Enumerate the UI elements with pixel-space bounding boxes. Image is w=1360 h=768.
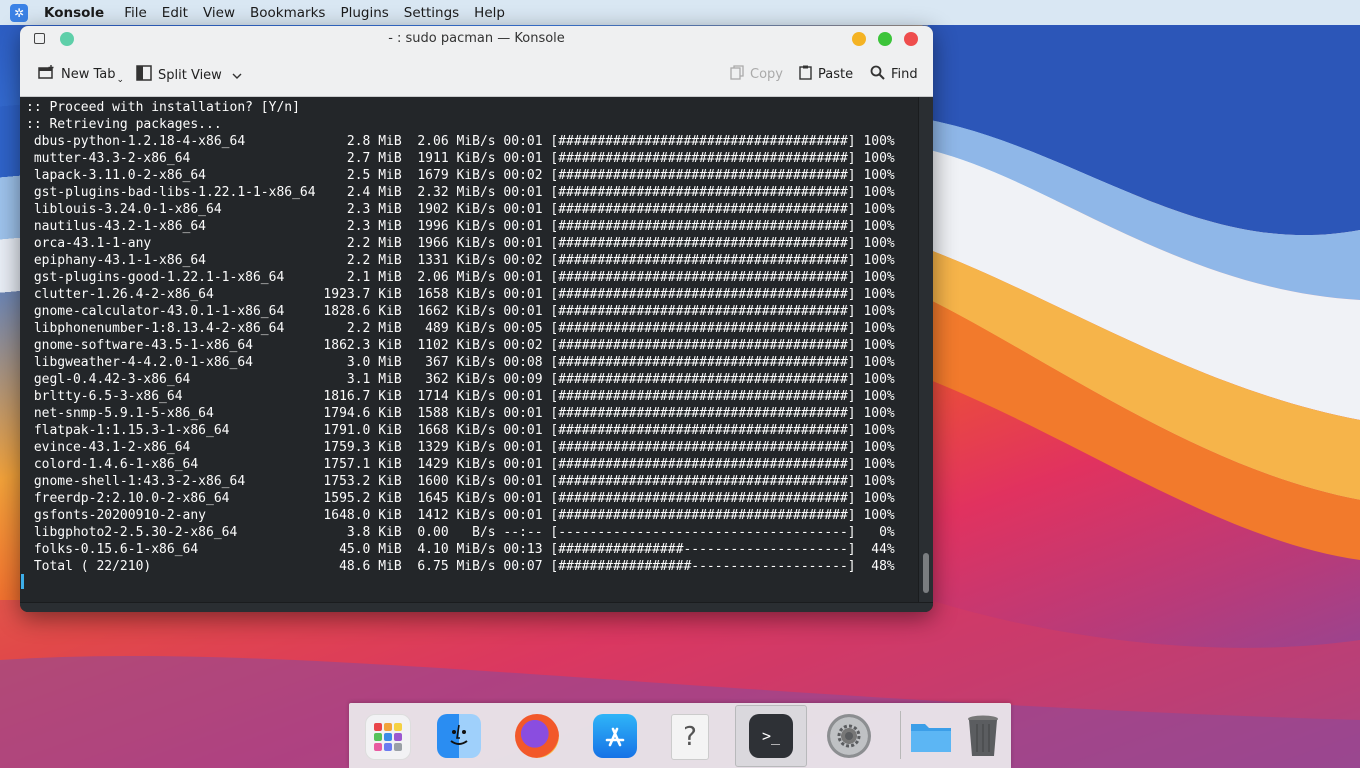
new-tab-button[interactable]: New Tab ⌄ xyxy=(38,65,125,85)
search-icon xyxy=(870,65,885,84)
terminal-line: gst-plugins-good-1.22.1-1-x86_64 2.1 MiB… xyxy=(26,270,895,285)
terminal-icon[interactable]: >_ xyxy=(749,714,793,758)
copy-button[interactable]: Copy xyxy=(730,65,783,84)
paste-label: Paste xyxy=(818,67,854,82)
terminal-line: libphonenumber-1:8.13.4-2-x86_64 2.2 MiB… xyxy=(26,321,895,336)
menu-file[interactable]: File xyxy=(124,5,147,21)
finder-icon[interactable] xyxy=(437,714,481,758)
paste-icon xyxy=(799,65,812,84)
window-titlebar[interactable]: - : sudo pacman — Konsole xyxy=(20,26,933,53)
menu-view[interactable]: View xyxy=(203,5,235,21)
window-bottom-bar xyxy=(20,602,933,612)
menu-settings[interactable]: Settings xyxy=(404,5,459,21)
terminal-line: net-snmp-5.9.1-5-x86_64 1794.6 KiB 1588 … xyxy=(26,406,895,421)
konsole-window: - : sudo pacman — Konsole New Tab ⌄ Spli… xyxy=(20,26,933,612)
vertical-scrollbar[interactable] xyxy=(918,97,933,603)
launchpad-icon[interactable] xyxy=(365,714,411,760)
copy-label: Copy xyxy=(750,67,783,82)
terminal-line: gnome-shell-1:43.3-2-x86_64 1753.2 KiB 1… xyxy=(26,474,895,489)
folder-icon[interactable] xyxy=(909,714,953,758)
terminal-output[interactable]: :: Proceed with installation? [Y/n]:: Re… xyxy=(20,97,920,600)
paste-button[interactable]: Paste xyxy=(799,65,853,84)
terminal-line: gnome-calculator-43.0.1-1-x86_64 1828.6 … xyxy=(26,304,895,319)
kde-logo-icon[interactable]: ✲ xyxy=(10,3,28,22)
terminal-line: gsfonts-20200910-2-any 1648.0 KiB 1412 K… xyxy=(26,508,895,523)
terminal-cursor xyxy=(21,574,24,589)
terminal-line: freerdp-2:2.10.0-2-x86_64 1595.2 KiB 164… xyxy=(26,491,895,506)
split-view-button[interactable]: Split View xyxy=(136,65,242,85)
terminal-line: lapack-3.11.0-2-x86_64 2.5 MiB 1679 KiB/… xyxy=(26,168,895,183)
terminal-line: libgphoto2-2.5.30-2-x86_64 3.8 KiB 0.00 … xyxy=(26,525,895,540)
new-tab-icon xyxy=(38,65,55,83)
terminal-line: epiphany-43.1-1-x86_64 2.2 MiB 1331 KiB/… xyxy=(26,253,895,268)
top-menubar: ✲ Konsole File Edit View Bookmarks Plugi… xyxy=(0,0,1360,25)
dock-separator xyxy=(900,711,901,759)
dock: ? >_ xyxy=(349,703,1011,768)
find-label: Find xyxy=(891,67,918,82)
help-icon[interactable]: ? xyxy=(671,714,709,760)
terminal-line: folks-0.15.6-1-x86_64 45.0 MiB 4.10 MiB/… xyxy=(26,542,895,557)
new-tab-label: New Tab xyxy=(61,66,116,82)
settings-icon[interactable] xyxy=(827,714,871,758)
terminal-line: libgweather-4-4.2.0-1-x86_64 3.0 MiB 367… xyxy=(26,355,895,370)
split-view-dropdown-icon[interactable] xyxy=(232,68,242,83)
terminal-line: flatpak-1:1.15.3-1-x86_64 1791.0 KiB 166… xyxy=(26,423,895,438)
terminal-line: nautilus-43.2-1-x86_64 2.3 MiB 1996 KiB/… xyxy=(26,219,895,234)
minimize-button[interactable] xyxy=(852,32,866,46)
scrollbar-thumb[interactable] xyxy=(923,553,929,593)
terminal-line: gegl-0.4.42-3-x86_64 3.1 MiB 362 KiB/s 0… xyxy=(26,372,895,387)
window-title: - : sudo pacman — Konsole xyxy=(388,31,565,46)
split-view-label: Split View xyxy=(158,67,222,83)
firefox-icon[interactable] xyxy=(515,714,559,758)
menu-edit[interactable]: Edit xyxy=(162,5,188,21)
terminal-line: :: Retrieving packages... xyxy=(26,117,222,132)
terminal-line: mutter-43.3-2-x86_64 2.7 MiB 1911 KiB/s … xyxy=(26,151,895,166)
menu-help[interactable]: Help xyxy=(474,5,505,21)
terminal-line: clutter-1.26.4-2-x86_64 1923.7 KiB 1658 … xyxy=(26,287,895,302)
terminal-line: dbus-python-1.2.18-4-x86_64 2.8 MiB 2.06… xyxy=(26,134,895,149)
menu-bookmarks[interactable]: Bookmarks xyxy=(250,5,325,21)
new-tab-dropdown-icon[interactable]: ⌄ xyxy=(117,75,125,85)
menu-plugins[interactable]: Plugins xyxy=(340,5,388,21)
terminal-line: orca-43.1-1-any 2.2 MiB 1966 KiB/s 00:01… xyxy=(26,236,895,251)
active-app-name[interactable]: Konsole xyxy=(44,5,104,21)
app-store-icon[interactable] xyxy=(593,714,637,758)
terminal-line: :: Proceed with installation? [Y/n] xyxy=(26,100,300,115)
split-view-icon xyxy=(136,65,152,85)
terminal-line: evince-43.1-2-x86_64 1759.3 KiB 1329 KiB… xyxy=(26,440,895,455)
trash-icon[interactable] xyxy=(961,714,1005,758)
copy-icon xyxy=(730,65,744,84)
terminal-line: gnome-software-43.5-1-x86_64 1862.3 KiB … xyxy=(26,338,895,353)
maximize-button[interactable] xyxy=(878,32,892,46)
konsole-toolbar: New Tab ⌄ Split View Copy Paste Find xyxy=(20,53,933,97)
terminal-line: colord-1.4.6-1-x86_64 1757.1 KiB 1429 Ki… xyxy=(26,457,895,472)
find-button[interactable]: Find xyxy=(870,65,918,84)
terminal-line: Total ( 22/210) 48.6 MiB 6.75 MiB/s 00:0… xyxy=(26,559,895,574)
terminal-line: gst-plugins-bad-libs-1.22.1-1-x86_64 2.4… xyxy=(26,185,895,200)
terminal-line: liblouis-3.24.0-1-x86_64 2.3 MiB 1902 Ki… xyxy=(26,202,895,217)
close-button[interactable] xyxy=(904,32,918,46)
terminal-line: brltty-6.5-3-x86_64 1816.7 KiB 1714 KiB/… xyxy=(26,389,895,404)
